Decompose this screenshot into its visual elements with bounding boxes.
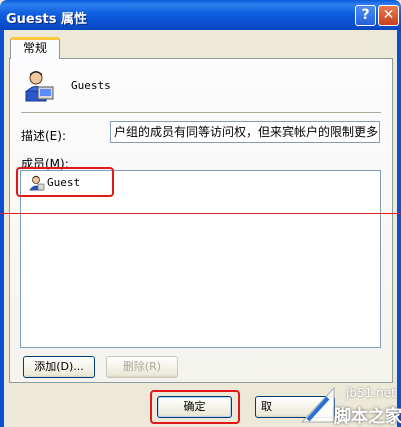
close-button[interactable]: ✕ bbox=[378, 5, 399, 26]
help-button[interactable]: ? bbox=[355, 5, 376, 26]
tab-general[interactable]: 常规 bbox=[10, 37, 60, 59]
annotation-line bbox=[0, 213, 401, 214]
watermark: jb51.net 脚本之家 bbox=[296, 380, 401, 427]
remove-member-button[interactable]: 删除(R) bbox=[106, 356, 178, 378]
add-member-button[interactable]: 添加(D)... bbox=[23, 356, 95, 378]
annotation-box-ok bbox=[150, 390, 240, 424]
title-bar[interactable]: Guests 属性 ? ✕ bbox=[0, 0, 401, 30]
group-name: Guests bbox=[71, 79, 111, 92]
group-icon bbox=[25, 71, 54, 102]
annotation-box-member bbox=[16, 167, 114, 197]
watermark-brand: 脚本之家 bbox=[334, 407, 401, 427]
window-frame-right bbox=[397, 30, 401, 427]
watermark-logo bbox=[300, 386, 335, 423]
window-title: Guests 属性 bbox=[6, 12, 87, 27]
window-frame-left bbox=[0, 30, 4, 427]
watermark-site: jb51.net bbox=[346, 386, 396, 400]
description-field[interactable]: 户组的成员有同等访问权，但来宾帐户的限制更多 bbox=[110, 121, 380, 143]
description-label: 描述(E): bbox=[21, 129, 66, 143]
separator bbox=[21, 112, 381, 114]
